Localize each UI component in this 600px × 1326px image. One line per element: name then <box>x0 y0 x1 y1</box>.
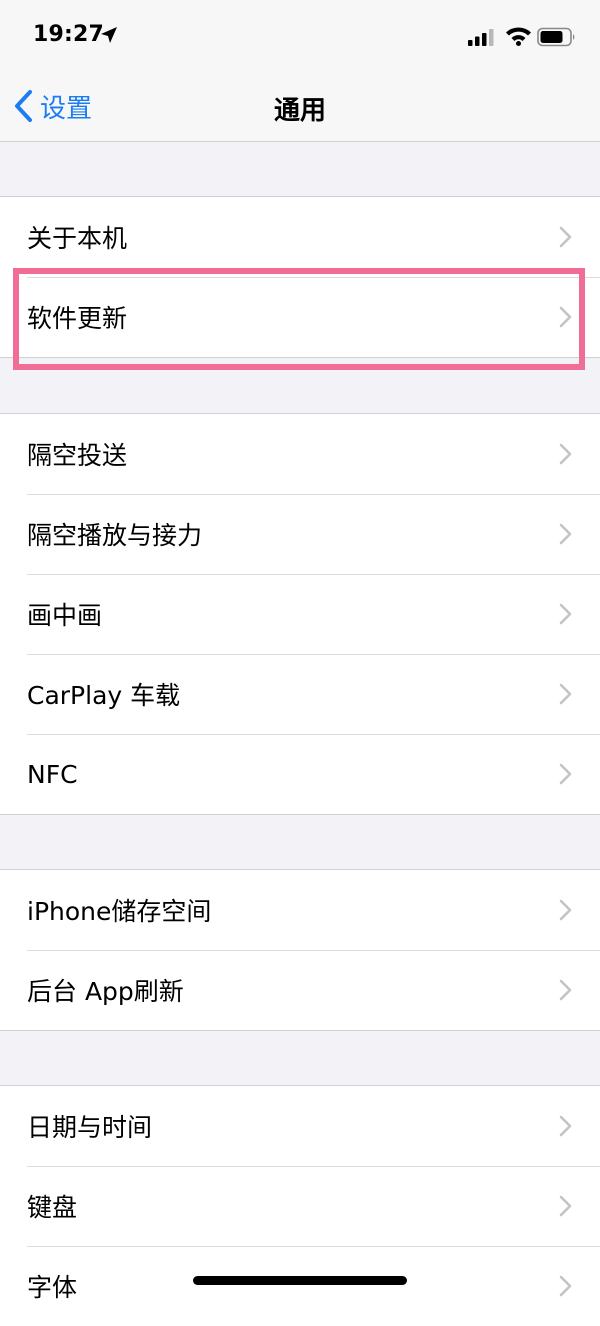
home-indicator[interactable] <box>193 1276 407 1285</box>
wifi-icon <box>506 27 531 46</box>
row-label: 隔空播放与接力 <box>27 521 203 550</box>
location-arrow-icon <box>101 27 117 43</box>
row-label: iPhone储存空间 <box>27 897 212 926</box>
chevron-right-icon <box>559 979 572 1001</box>
row-background-app-refresh[interactable]: 后台 App刷新 <box>0 950 600 1030</box>
settings-group-3: iPhone储存空间 后台 App刷新 <box>0 869 600 1031</box>
row-carplay[interactable]: CarPlay 车载 <box>0 654 600 734</box>
row-date-time[interactable]: 日期与时间 <box>0 1086 600 1166</box>
chevron-right-icon <box>559 899 572 921</box>
row-label: NFC <box>27 759 78 789</box>
chevron-right-icon <box>559 1115 572 1137</box>
row-label: 软件更新 <box>27 304 128 333</box>
chevron-right-icon <box>559 1195 572 1217</box>
row-label: 画中画 <box>27 601 103 630</box>
row-software-update[interactable]: 软件更新 <box>0 277 600 357</box>
row-label: 日期与时间 <box>27 1113 153 1142</box>
row-label: 后台 App刷新 <box>27 977 184 1006</box>
row-airdrop[interactable]: 隔空投送 <box>0 414 600 494</box>
settings-group-2: 隔空投送 隔空播放与接力 画中画 CarPlay 车载 NFC <box>0 413 600 815</box>
row-nfc[interactable]: NFC <box>0 734 600 814</box>
row-label: 关于本机 <box>27 224 128 253</box>
chevron-right-icon <box>559 603 572 625</box>
chevron-right-icon <box>559 226 572 248</box>
chevron-right-icon <box>559 763 572 785</box>
chevron-right-icon <box>559 683 572 705</box>
page-title: 通用 <box>273 96 326 126</box>
status-time: 19:27 <box>33 22 105 47</box>
row-iphone-storage[interactable]: iPhone储存空间 <box>0 870 600 950</box>
chevron-right-icon <box>559 443 572 465</box>
row-airplay-handoff[interactable]: 隔空播放与接力 <box>0 494 600 574</box>
row-label: 隔空投送 <box>27 441 128 470</box>
row-picture-in-picture[interactable]: 画中画 <box>0 574 600 654</box>
status-bar: 19:27 <box>0 0 600 72</box>
chevron-right-icon <box>559 306 572 328</box>
settings-group-4: 日期与时间 键盘 字体 <box>0 1085 600 1326</box>
row-about[interactable]: 关于本机 <box>0 197 600 277</box>
battery-icon <box>537 27 575 47</box>
chevron-right-icon <box>559 1275 572 1297</box>
row-label: CarPlay 车载 <box>27 681 181 710</box>
cellular-signal-icon <box>468 29 494 46</box>
row-keyboard[interactable]: 键盘 <box>0 1166 600 1246</box>
settings-group-1: 关于本机 软件更新 <box>0 196 600 358</box>
chevron-right-icon <box>559 523 572 545</box>
row-label: 键盘 <box>27 1193 78 1222</box>
row-fonts[interactable]: 字体 <box>0 1246 600 1326</box>
navigation-bar: 设置 通用 <box>0 72 600 142</box>
